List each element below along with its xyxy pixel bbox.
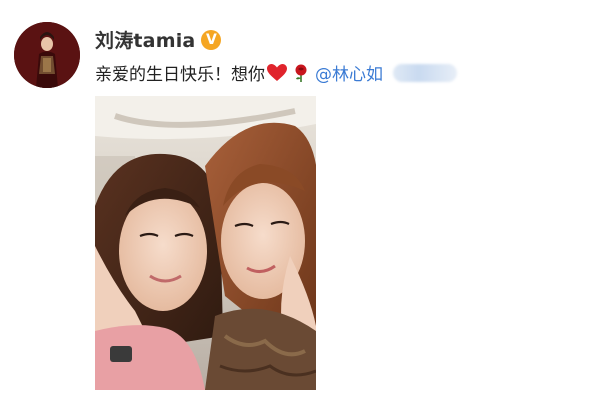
- author-row: 刘涛tamia V: [95, 26, 222, 53]
- selfie-photo: [95, 96, 316, 390]
- post-photo[interactable]: [95, 96, 316, 390]
- verified-badge-icon: V: [201, 29, 222, 50]
- red-heart-icon: [267, 63, 287, 81]
- red-rose-icon: [295, 64, 307, 82]
- blurred-username-chip: [393, 63, 457, 82]
- username[interactable]: 刘涛tamia: [95, 26, 195, 53]
- post-text: 亲爱的生日快乐！想你 @林心如: [95, 60, 457, 85]
- avatar-portrait-icon: [14, 22, 80, 88]
- mention-link[interactable]: @林心如: [315, 60, 383, 85]
- avatar[interactable]: [14, 22, 80, 88]
- post-message: 亲爱的生日快乐！想你: [95, 65, 265, 85]
